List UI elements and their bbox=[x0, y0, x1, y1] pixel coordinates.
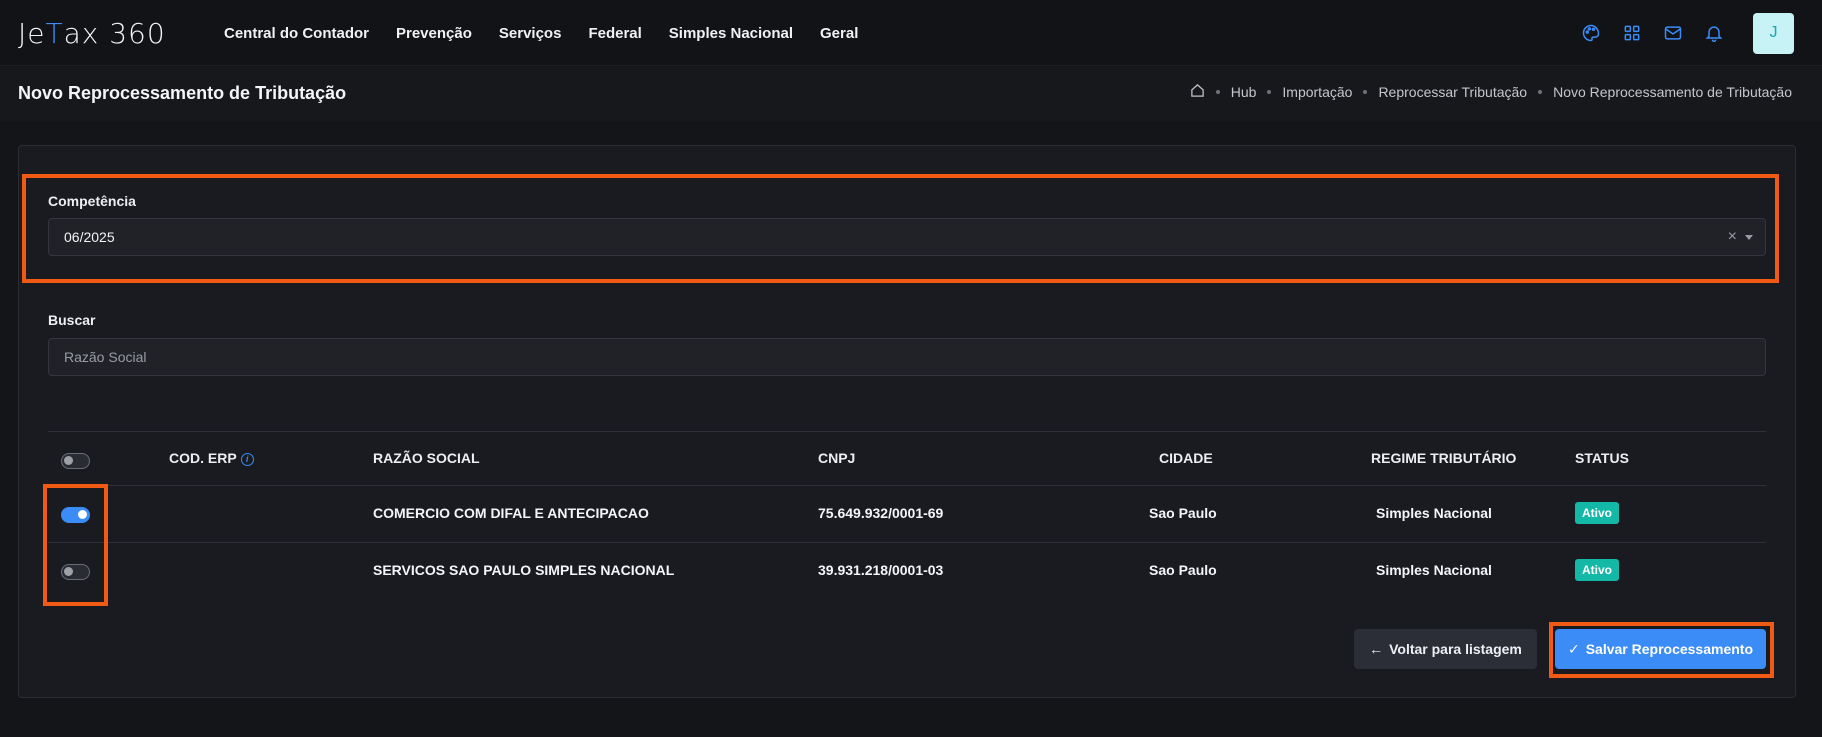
breadcrumb-separator bbox=[1363, 90, 1368, 94]
col-cidade[interactable]: CIDADE bbox=[1159, 450, 1213, 466]
home-icon[interactable] bbox=[1190, 83, 1205, 101]
row-cnpj: 39.931.218/0001-03 bbox=[818, 562, 944, 578]
row-cidade: Sao Paulo bbox=[1149, 505, 1217, 521]
breadcrumb-separator bbox=[1538, 90, 1543, 94]
nav-federal[interactable]: Federal bbox=[588, 25, 641, 42]
top-icon-group: J bbox=[1580, 0, 1822, 66]
search-input[interactable]: Razão Social bbox=[48, 338, 1766, 376]
nav-geral[interactable]: Geral bbox=[820, 25, 858, 42]
user-avatar[interactable]: J bbox=[1753, 12, 1794, 54]
info-icon[interactable]: i bbox=[240, 453, 254, 466]
col-cod-erp: COD. ERP i bbox=[169, 450, 254, 466]
highlight-competencia bbox=[22, 174, 1779, 283]
row-regime: Simples Nacional bbox=[1376, 562, 1492, 578]
row-cidade: Sao Paulo bbox=[1149, 562, 1217, 578]
col-regime-tributario[interactable]: REGIME TRIBUTÁRIO bbox=[1371, 450, 1516, 466]
jettax-logo[interactable]: Je Tax 360 bbox=[18, 16, 166, 50]
row-razao-social: SERVICOS SAO PAULO SIMPLES NACIONAL bbox=[373, 562, 675, 578]
back-button-label: Voltar para listagem bbox=[1389, 641, 1522, 657]
status-badge: Ativo bbox=[1575, 502, 1619, 524]
breadcrumb-importacao[interactable]: Importação bbox=[1282, 84, 1352, 100]
toggle-knob bbox=[64, 456, 73, 465]
table-header-border bbox=[48, 485, 1766, 486]
highlight-row-toggles bbox=[43, 484, 108, 606]
buscar-label: Buscar bbox=[48, 312, 96, 328]
arrow-left-icon: ← bbox=[1369, 641, 1384, 657]
col-status[interactable]: STATUS bbox=[1575, 450, 1629, 466]
status-badge: Ativo bbox=[1575, 559, 1619, 581]
back-to-list-button[interactable]: ← Voltar para listagem bbox=[1354, 629, 1537, 669]
select-all-toggle[interactable] bbox=[61, 453, 90, 469]
bell-icon[interactable] bbox=[1703, 22, 1725, 44]
table-row-border bbox=[48, 542, 1766, 543]
mail-icon[interactable] bbox=[1662, 22, 1684, 44]
search-placeholder: Razão Social bbox=[64, 349, 147, 365]
row-razao-social: COMERCIO COM DIFAL E ANTECIPACAO bbox=[373, 505, 649, 521]
page-title: Novo Reprocessamento de Tributação bbox=[18, 83, 347, 103]
breadcrumb-reprocessar-tributacao[interactable]: Reprocessar Tributação bbox=[1378, 84, 1527, 100]
logo-accent: T bbox=[45, 16, 64, 50]
apps-grid-icon[interactable] bbox=[1621, 22, 1643, 44]
nav-servicos[interactable]: Serviços bbox=[499, 25, 562, 42]
highlight-save-button bbox=[1549, 622, 1774, 678]
logo-text: Je bbox=[18, 16, 46, 50]
breadcrumb-separator bbox=[1215, 90, 1220, 94]
breadcrumb-current: Novo Reprocessamento de Tributação bbox=[1553, 84, 1792, 100]
nav-prevencao[interactable]: Prevenção bbox=[396, 25, 472, 42]
row-regime: Simples Nacional bbox=[1376, 505, 1492, 521]
main-nav: Central do Contador Prevenção Serviços F… bbox=[224, 0, 858, 66]
col-cnpj[interactable]: CNPJ bbox=[818, 450, 855, 466]
col-razao-social[interactable]: RAZÃO SOCIAL bbox=[373, 450, 480, 466]
nav-central-do-contador[interactable]: Central do Contador bbox=[224, 25, 369, 42]
breadcrumb: Hub Importação Reprocessar Tributação No… bbox=[1190, 83, 1792, 101]
row-cnpj: 75.649.932/0001-69 bbox=[818, 505, 944, 521]
table-top-border bbox=[48, 431, 1766, 432]
nav-simples-nacional[interactable]: Simples Nacional bbox=[669, 25, 793, 42]
logo-rest: ax 360 bbox=[63, 16, 166, 50]
top-navbar: Je Tax 360 Central do Contador Prevenção … bbox=[0, 0, 1822, 66]
palette-icon[interactable] bbox=[1580, 22, 1602, 44]
breadcrumb-hub[interactable]: Hub bbox=[1231, 84, 1257, 100]
breadcrumb-separator bbox=[1267, 90, 1272, 94]
page-header: Novo Reprocessamento de Tributação Hub I… bbox=[0, 67, 1822, 121]
col-cod-erp-label: COD. ERP bbox=[169, 450, 237, 466]
